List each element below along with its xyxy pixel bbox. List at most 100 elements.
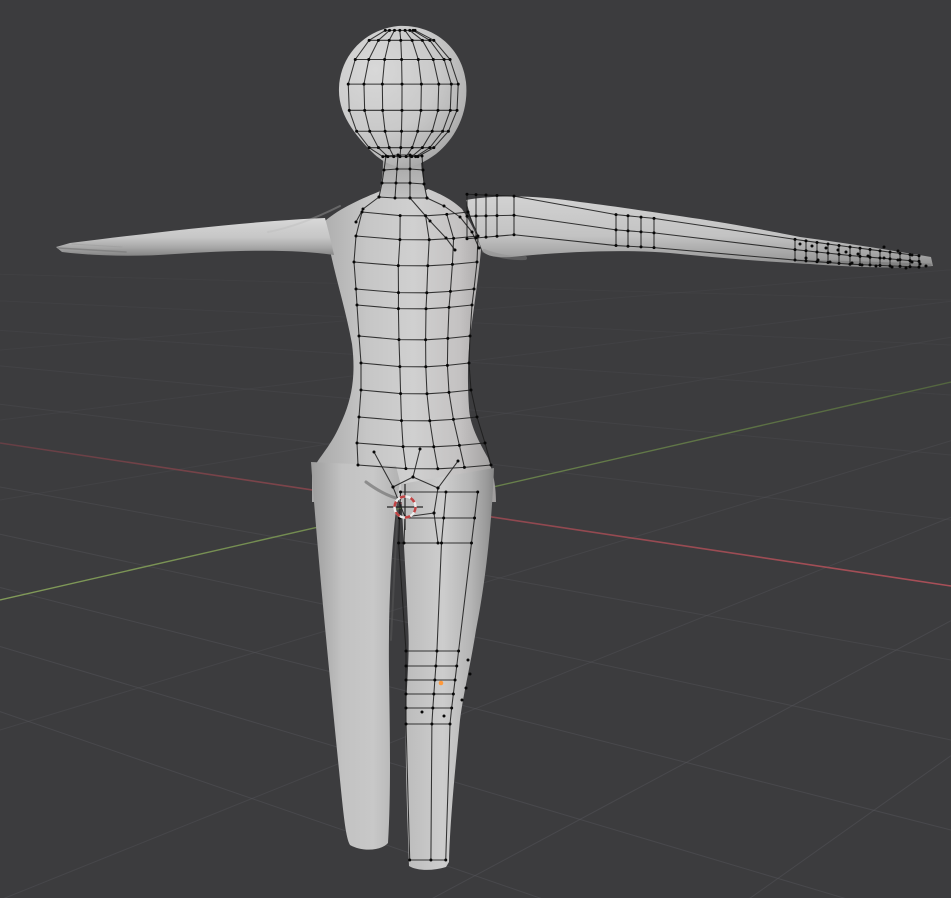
mesh-vertex[interactable]	[347, 83, 350, 86]
mesh-vertex[interactable]	[409, 154, 412, 157]
mesh-vertex[interactable]	[468, 362, 471, 365]
mesh-vertex[interactable]	[879, 257, 882, 260]
mesh-vertex[interactable]	[485, 194, 488, 197]
mesh-vertex[interactable]	[428, 238, 431, 241]
mesh-vertex[interactable]	[405, 723, 408, 726]
mesh-vertex[interactable]	[426, 197, 429, 200]
mesh-vertex[interactable]	[442, 517, 445, 520]
mesh-vertex[interactable]	[353, 261, 356, 264]
mesh-vertex[interactable]	[627, 245, 630, 248]
mesh-vertex[interactable]	[859, 255, 862, 258]
mesh-vertex[interactable]	[640, 216, 643, 219]
mesh-vertex[interactable]	[911, 254, 914, 257]
mesh-vertex[interactable]	[426, 264, 429, 267]
mesh-vertex[interactable]	[816, 241, 819, 244]
mesh-vertex[interactable]	[615, 244, 618, 247]
mesh-vertex[interactable]	[381, 182, 384, 185]
mesh-vertex[interactable]	[357, 464, 360, 467]
mesh-vertex[interactable]	[399, 491, 402, 494]
mesh-vertex[interactable]	[466, 237, 469, 240]
mesh-vertex[interactable]	[627, 214, 630, 217]
mesh-vertex[interactable]	[452, 237, 455, 240]
mesh-vertex[interactable]	[435, 650, 438, 653]
mesh-vertex[interactable]	[451, 263, 454, 266]
mesh-vertex[interactable]	[397, 264, 400, 267]
mesh-vertex[interactable]	[861, 264, 864, 267]
mesh-vertex[interactable]	[381, 83, 384, 86]
mesh-vertex[interactable]	[897, 259, 900, 262]
mesh-vertex[interactable]	[397, 307, 400, 310]
mesh-vertex[interactable]	[402, 445, 405, 448]
mesh-vertex[interactable]	[859, 247, 862, 250]
mesh-vertex[interactable]	[449, 58, 452, 61]
mesh-vertex[interactable]	[475, 215, 478, 218]
mesh-vertex[interactable]	[384, 130, 387, 133]
mesh-vertex[interactable]	[471, 304, 474, 307]
mesh-vertex[interactable]	[827, 242, 830, 245]
mesh-vertex[interactable]	[445, 237, 448, 240]
mesh-vertex[interactable]	[445, 213, 448, 216]
mesh-vertex[interactable]	[421, 146, 424, 149]
mesh-vertex[interactable]	[911, 261, 914, 264]
mesh-vertex[interactable]	[432, 146, 435, 149]
mesh-vertex[interactable]	[918, 254, 921, 257]
mesh-vertex[interactable]	[444, 859, 447, 862]
mesh-vertex[interactable]	[457, 460, 460, 463]
mesh-vertex[interactable]	[470, 389, 473, 392]
mesh-vertex[interactable]	[411, 146, 414, 149]
mesh-vertex[interactable]	[421, 39, 424, 42]
mesh-vertex[interactable]	[355, 235, 358, 238]
mesh-vertex[interactable]	[356, 442, 359, 445]
mesh-vertex[interactable]	[394, 197, 397, 200]
mesh-vertex[interactable]	[367, 58, 370, 61]
mesh-vertex[interactable]	[889, 251, 892, 254]
mesh-vertex[interactable]	[356, 304, 359, 307]
mesh-vertex[interactable]	[640, 230, 643, 233]
mesh-vertex[interactable]	[397, 154, 400, 157]
mesh-vertex[interactable]	[431, 707, 434, 710]
mesh-vertex[interactable]	[875, 265, 878, 268]
mesh-vertex[interactable]	[434, 665, 437, 668]
mesh-vertex[interactable]	[399, 214, 402, 217]
mesh-vertex[interactable]	[403, 542, 406, 545]
mesh-vertex[interactable]	[381, 109, 384, 112]
mesh-vertex[interactable]	[383, 169, 386, 172]
mesh-vertex[interactable]	[449, 290, 452, 293]
mesh-vertex[interactable]	[409, 168, 412, 171]
mesh-vertex[interactable]	[811, 245, 814, 248]
mesh-vertex[interactable]	[388, 39, 391, 42]
mesh-vertex[interactable]	[879, 264, 882, 267]
mesh-vertex[interactable]	[412, 476, 415, 479]
mesh-vertex[interactable]	[360, 362, 363, 365]
mesh-vertex[interactable]	[408, 29, 411, 32]
selected-vertex[interactable]	[439, 681, 444, 686]
mesh-vertex[interactable]	[417, 58, 420, 61]
mesh-vertex[interactable]	[381, 155, 384, 158]
mesh-vertex[interactable]	[398, 365, 401, 368]
mesh-vertex[interactable]	[466, 193, 469, 196]
mesh-vertex[interactable]	[799, 243, 802, 246]
mesh-vertex[interactable]	[837, 249, 840, 252]
mesh-vertex[interactable]	[437, 487, 440, 490]
mesh-vertex[interactable]	[428, 146, 431, 149]
mesh-vertex[interactable]	[805, 257, 808, 260]
mesh-vertex[interactable]	[408, 859, 411, 862]
mesh-vertex[interactable]	[816, 250, 819, 253]
mesh-vertex[interactable]	[513, 214, 516, 217]
mesh-vertex[interactable]	[436, 467, 439, 470]
mesh-vertex[interactable]	[432, 58, 435, 61]
mesh-vertex[interactable]	[918, 260, 921, 263]
mesh-vertex[interactable]	[405, 155, 408, 158]
mesh-vertex[interactable]	[446, 364, 449, 367]
mesh-vertex[interactable]	[354, 58, 357, 61]
mesh-vertex[interactable]	[419, 109, 422, 112]
mesh-vertex[interactable]	[377, 39, 380, 42]
mesh-vertex[interactable]	[454, 249, 457, 252]
mesh-vertex[interactable]	[838, 262, 841, 265]
mesh-vertex[interactable]	[368, 146, 371, 149]
mesh-vertex[interactable]	[400, 419, 403, 422]
mesh-vertex[interactable]	[409, 197, 412, 200]
mesh-vertex[interactable]	[484, 442, 487, 445]
mesh-vertex[interactable]	[397, 338, 400, 341]
mesh-vertex[interactable]	[395, 182, 398, 185]
